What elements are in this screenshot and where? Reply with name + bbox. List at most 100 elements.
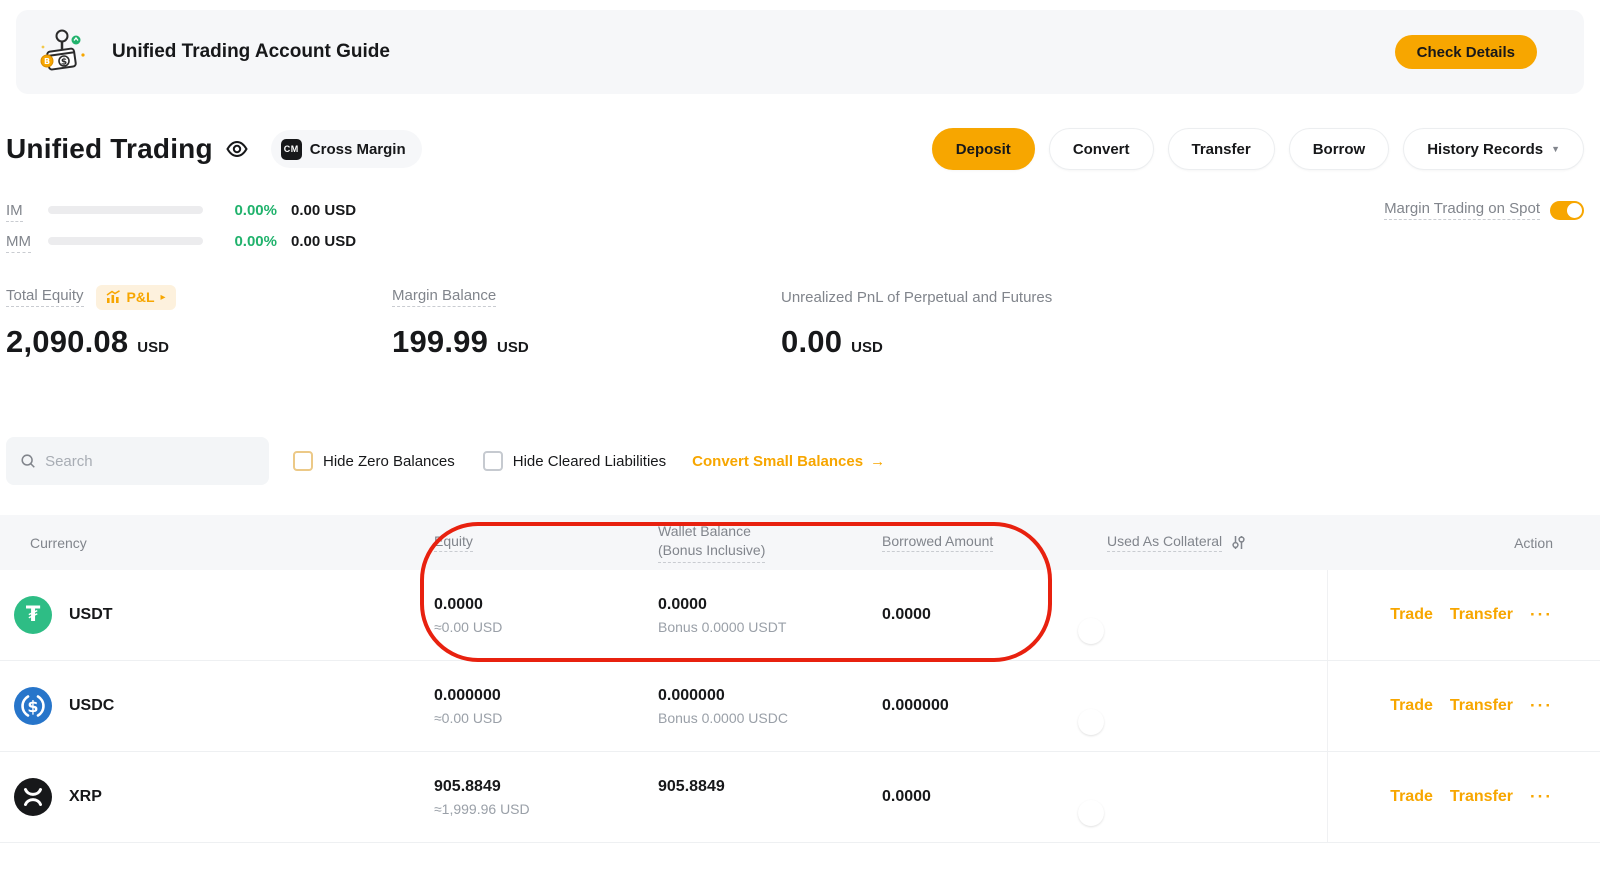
currency-cell: XRP <box>14 778 434 816</box>
convert-button[interactable]: Convert <box>1049 128 1154 170</box>
pnl-badge[interactable]: P&L ▸ <box>96 285 176 310</box>
trade-link[interactable]: Trade <box>1390 606 1433 624</box>
equity-value: 905.8849 <box>434 778 658 796</box>
total-equity-stat: Total Equity P&L ▸ 2,090.08 USD <box>6 285 176 360</box>
convert-small-balances-link[interactable]: Convert Small Balances → <box>692 453 885 470</box>
toggle-knob <box>1078 618 1104 644</box>
table-row-usdt: ₮ USDT 0.0000 ≈0.00 USD 0.0000 Bonus 0.0… <box>0 570 1600 661</box>
total-equity-value: 2,090.08 <box>6 324 128 360</box>
transfer-button[interactable]: Transfer <box>1168 128 1275 170</box>
toggle-knob <box>1078 800 1104 826</box>
margin-balance-value: 199.99 <box>392 324 488 360</box>
unrealized-pnl-unit: USD <box>851 339 883 356</box>
col-used-as-collateral: Used As Collateral <box>1107 533 1327 552</box>
borrowed-amount-cell: 0.000000 <box>882 697 1107 715</box>
wallet-balance-cell: 0.000000 Bonus 0.0000 USDC <box>658 687 882 726</box>
margin-mode-label: Cross Margin <box>310 141 406 158</box>
collateral-settings-icon[interactable] <box>1230 534 1247 551</box>
page-title: Unified Trading <box>6 133 213 165</box>
bonus-value: Bonus 0.0000 USDC <box>658 710 882 726</box>
unrealized-pnl-value: 0.00 <box>781 324 842 360</box>
unrealized-pnl-label: Unrealized PnL of Perpetual and Futures <box>781 289 1052 306</box>
hide-zero-balances-checkbox[interactable] <box>293 451 313 471</box>
svg-text:$: $ <box>61 58 67 68</box>
history-records-button[interactable]: History Records ▼ <box>1403 128 1584 170</box>
mm-progress-bar <box>48 237 203 245</box>
toggle-knob <box>1078 709 1104 735</box>
margin-mode-badge[interactable]: CM Cross Margin <box>271 130 422 168</box>
search-box[interactable] <box>6 437 269 485</box>
more-actions-icon[interactable]: ··· <box>1530 605 1553 625</box>
unrealized-pnl-stat: Unrealized PnL of Perpetual and Futures … <box>781 285 1052 360</box>
arrow-right-icon: → <box>870 453 885 470</box>
trade-link[interactable]: Trade <box>1390 697 1433 715</box>
borrow-button[interactable]: Borrow <box>1289 128 1390 170</box>
currency-symbol: USDC <box>69 697 114 715</box>
wallet-balance-cell: 0.0000 Bonus 0.0000 USDT <box>658 596 882 635</box>
mm-row: MM 0.00% 0.00 USD <box>6 231 1584 251</box>
im-label: IM <box>6 202 48 219</box>
convert-small-balances-label: Convert Small Balances <box>692 453 863 470</box>
toggle-knob <box>1567 203 1582 218</box>
margin-balance-unit: USD <box>497 339 529 356</box>
hide-cleared-liabilities-checkbox[interactable] <box>483 451 503 471</box>
usdt-icon: ₮ <box>14 596 52 634</box>
hide-cleared-liabilities-label: Hide Cleared Liabilities <box>513 453 666 470</box>
deposit-button[interactable]: Deposit <box>932 128 1035 170</box>
mm-percent: 0.00% <box>215 233 277 250</box>
transfer-link[interactable]: Transfer <box>1450 697 1513 715</box>
mm-usd-value: 0.00 USD <box>291 233 356 250</box>
page-header: Unified Trading CM Cross Margin Deposit … <box>6 126 1584 172</box>
table-row-xrp: XRP 905.8849 ≈1,999.96 USD 905.8849 0.00… <box>0 752 1600 843</box>
col-wallet-balance: Wallet Balance (Bonus Inclusive) <box>658 522 882 563</box>
svg-text:B: B <box>44 57 50 66</box>
header-actions: Deposit Convert Transfer Borrow History … <box>932 128 1584 170</box>
mm-label: MM <box>6 233 48 250</box>
currency-cell: ₮ USDT <box>14 596 434 634</box>
wallet-balance-value: 0.000000 <box>658 687 882 705</box>
currency-symbol: USDT <box>69 606 113 624</box>
search-icon <box>20 452 36 470</box>
history-records-label: History Records <box>1427 141 1543 158</box>
xrp-icon <box>14 778 52 816</box>
cross-margin-icon: CM <box>281 139 302 160</box>
im-row: IM 0.00% 0.00 USD <box>6 200 1584 220</box>
equity-cell: 905.8849 ≈1,999.96 USD <box>434 778 658 817</box>
more-actions-icon[interactable]: ··· <box>1530 787 1553 807</box>
spot-margin-toggle[interactable] <box>1550 201 1584 220</box>
table-header: Currency Equity Wallet Balance (Bonus In… <box>0 515 1600 570</box>
equity-value: 0.0000 <box>434 596 658 614</box>
equity-cell: 0.0000 ≈0.00 USD <box>434 596 658 635</box>
col-borrowed-amount: Borrowed Amount <box>882 533 1107 552</box>
im-usd-value: 0.00 USD <box>291 202 356 219</box>
currency-cell: $ USDC <box>14 687 434 725</box>
bonus-value <box>658 801 882 817</box>
transfer-link[interactable]: Transfer <box>1450 606 1513 624</box>
equity-value: 0.000000 <box>434 687 658 705</box>
hide-zero-balances-checkbox-group[interactable]: Hide Zero Balances <box>293 451 455 471</box>
unified-trading-page: B $ Unified Trading Account Guide Check … <box>0 0 1600 873</box>
trade-link[interactable]: Trade <box>1390 788 1433 806</box>
borrowed-amount-cell: 0.0000 <box>882 788 1107 806</box>
col-equity: Equity <box>434 533 658 552</box>
caret-right-icon: ▸ <box>161 292 166 303</box>
check-details-button[interactable]: Check Details <box>1395 35 1537 69</box>
im-progress-bar <box>48 206 203 214</box>
search-input[interactable] <box>45 453 255 470</box>
borrowed-amount-cell: 0.0000 <box>882 606 1107 624</box>
im-percent: 0.00% <box>215 202 277 219</box>
col-currency: Currency <box>30 535 434 551</box>
transfer-link[interactable]: Transfer <box>1450 788 1513 806</box>
risk-section: IM 0.00% 0.00 USD MM 0.00% 0.00 USD Marg… <box>6 200 1584 252</box>
action-cell: Trade Transfer ··· <box>1327 661 1600 751</box>
banner-title: Unified Trading Account Guide <box>112 41 390 63</box>
spot-margin-label: Margin Trading on Spot <box>1384 200 1540 220</box>
account-guide-banner: B $ Unified Trading Account Guide Check … <box>16 10 1584 94</box>
eye-icon[interactable] <box>225 137 249 161</box>
bonus-value: Bonus 0.0000 USDT <box>658 619 882 635</box>
hide-cleared-liabilities-checkbox-group[interactable]: Hide Cleared Liabilities <box>483 451 666 471</box>
chevron-down-icon: ▼ <box>1551 144 1560 154</box>
hide-zero-balances-label: Hide Zero Balances <box>323 453 455 470</box>
more-actions-icon[interactable]: ··· <box>1530 696 1553 716</box>
action-cell: Trade Transfer ··· <box>1327 752 1600 842</box>
